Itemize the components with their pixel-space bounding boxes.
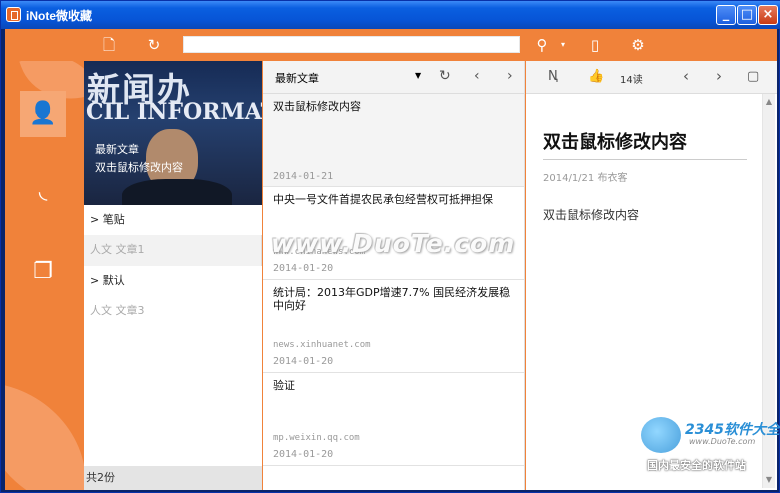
article-date: 2014-01-20 <box>273 263 334 274</box>
list-item[interactable]: 统计局：2013年GDP增速7.7% 国民经济发展稳中向好 news.xinhu… <box>263 280 524 373</box>
list-item[interactable]: 验证 mp.weixin.qq.com 2014-01-20 <box>263 373 524 466</box>
folder-count: 共2份 <box>84 466 262 490</box>
article-list: 最新文章 ▼ ↻ ‹ › 双击鼠标修改内容 2014-01-21 中央一号文件首… <box>263 61 525 490</box>
chevron-left-icon[interactable]: ‹ <box>683 67 689 85</box>
nav-rss-button[interactable]: ◟ <box>20 169 66 215</box>
cover-banner-subtext: CIL INFORMATION <box>86 99 262 125</box>
cover-image[interactable]: 新闻办 CIL INFORMATION 最新文章 双击鼠标修改内容 <box>84 61 262 205</box>
duote-watermark: www.DuoTe.com <box>271 229 516 258</box>
chevron-down-icon[interactable]: ▼ <box>415 71 421 80</box>
article-body: 双击鼠标修改内容 <box>543 208 640 222</box>
chevron-right-icon[interactable]: › <box>507 68 513 84</box>
settings-icon[interactable]: ⚙ <box>628 35 648 55</box>
article-heading: 双击鼠标修改内容 <box>543 132 687 153</box>
close-button[interactable]: × <box>758 5 778 25</box>
folder-item[interactable]: 人文 文章3 <box>84 296 262 326</box>
chevron-left-icon[interactable]: ‹ <box>474 68 480 84</box>
refresh-icon[interactable]: ↻ <box>144 35 164 55</box>
list-item[interactable]: 双击鼠标修改内容 2014-01-21 <box>263 94 524 187</box>
title-bar[interactable]: iNote微收藏 _ □ × <box>1 1 780 29</box>
toolbar: 🗋 ↻ ⚲ ▾ ▯ ⚙ <box>5 29 777 61</box>
search-icon[interactable]: ⚲ <box>532 35 552 55</box>
scroll-down-icon[interactable]: ▼ <box>763 474 775 486</box>
filter-select[interactable]: 最新文章 <box>275 70 319 86</box>
font-size-icon[interactable]: Ꞑ <box>548 69 558 84</box>
article-title: 统计局：2013年GDP增速7.7% 国民经济发展稳中向好 <box>273 286 511 312</box>
watermark-url: www.DuoTe.com <box>689 437 756 446</box>
window-title: iNote微收藏 <box>26 9 93 23</box>
article-title: 双击鼠标修改内容 <box>273 100 361 113</box>
watermark-slogan: 国内最安全的软件站 <box>647 459 746 472</box>
article-title: 中央一号文件首提农民承包经营权可抵押担保 <box>273 193 493 206</box>
chevron-right-icon[interactable]: › <box>716 67 722 85</box>
rss-icon: ◟ <box>38 179 48 204</box>
divider <box>543 159 747 160</box>
mobile-icon[interactable]: ▯ <box>585 35 605 55</box>
folder-group-bitie[interactable]: > 笔贴 <box>84 205 262 235</box>
read-count: 14读 <box>620 75 643 86</box>
scroll-up-icon[interactable]: ▲ <box>763 96 775 108</box>
thumbs-up-icon[interactable]: 👍 <box>588 69 604 84</box>
refresh-icon[interactable]: ↻ <box>439 68 451 84</box>
list-header: 最新文章 ▼ ↻ ‹ › <box>263 61 524 94</box>
folder-panel: 新闻办 CIL INFORMATION 最新文章 双击鼠标修改内容 > 笔贴 人… <box>84 61 262 490</box>
left-nav: 👤 ◟ ❐ <box>5 61 84 490</box>
documents-icon: ❐ <box>33 259 53 284</box>
article-date: 2014-01-20 <box>273 356 334 367</box>
cover-caption-title: 最新文章 <box>95 143 139 156</box>
reader-header: Ꞑ 👍 14读 ‹ › ▢ <box>526 61 777 94</box>
fullscreen-icon[interactable]: ▢ <box>747 69 759 84</box>
article-date: 2014-01-20 <box>273 449 334 460</box>
minimize-button[interactable]: _ <box>716 5 736 25</box>
2345-watermark: 2345软件大全 www.DuoTe.com 国内最安全的软件站 <box>641 415 780 475</box>
app-window: iNote微收藏 _ □ × 🗋 ↻ ⚲ ▾ ▯ ⚙ 👤 ◟ ❐ 新闻办 CIL… <box>0 0 780 493</box>
article-source: news.xinhuanet.com <box>273 340 371 350</box>
cover-person-body <box>122 179 232 205</box>
watermark-brand: 2345软件大全 <box>685 422 780 438</box>
article-date: 2014-01-21 <box>273 171 334 182</box>
cover-caption-text: 双击鼠标修改内容 <box>95 161 183 174</box>
app-logo-icon <box>6 7 21 22</box>
mascot-logo-icon <box>641 417 681 453</box>
user-icon: 👤 <box>29 101 57 126</box>
folder-empty-area <box>84 326 262 466</box>
folder-item[interactable]: 人文 文章1 <box>84 235 262 265</box>
nav-documents-button[interactable]: ❐ <box>20 249 66 295</box>
search-input[interactable] <box>183 36 520 53</box>
nav-user-button[interactable]: 👤 <box>20 91 66 137</box>
chevron-down-icon[interactable]: ▾ <box>553 35 573 55</box>
folder-group-default[interactable]: > 默认 <box>84 266 262 296</box>
new-document-icon[interactable]: 🗋 <box>99 35 119 55</box>
article-title: 验证 <box>273 379 295 392</box>
article-meta: 2014/1/21 布衣客 <box>543 173 628 184</box>
maximize-button[interactable]: □ <box>737 5 757 25</box>
article-source: mp.weixin.qq.com <box>273 433 360 443</box>
leaf-decoration <box>5 381 84 490</box>
